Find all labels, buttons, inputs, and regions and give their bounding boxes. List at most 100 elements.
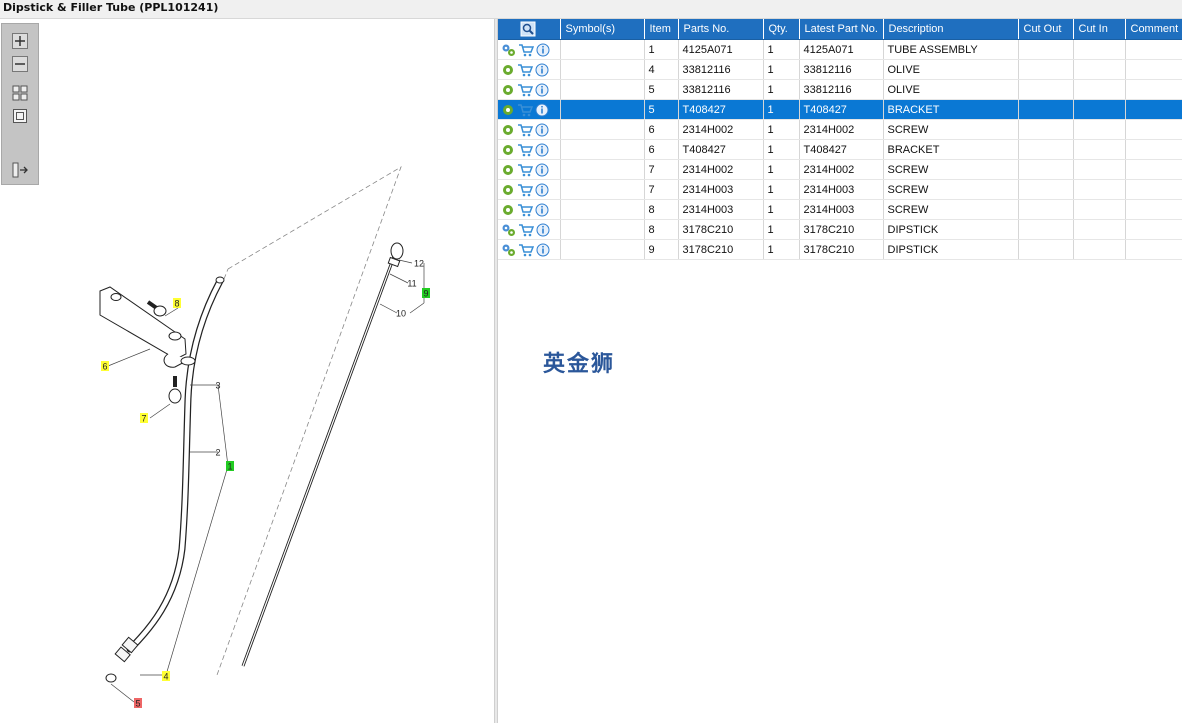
cart-icon[interactable]: [517, 143, 533, 157]
callout-label-3[interactable]: 3: [215, 381, 220, 391]
callout-label-4[interactable]: 4: [163, 672, 168, 682]
cart-icon[interactable]: [517, 203, 533, 217]
info-icon[interactable]: [536, 223, 550, 237]
callout-label-10[interactable]: 10: [396, 309, 406, 319]
cell-cut-out: [1018, 119, 1074, 140]
column-header-item[interactable]: Item: [644, 19, 679, 40]
callout-label-12[interactable]: 12: [414, 259, 424, 269]
cell-item: 5: [644, 99, 679, 120]
table-row[interactable]: 1 4125A071 1 4125A071 TUBE ASSEMBLY: [498, 39, 1182, 60]
row-actions: [498, 79, 561, 100]
cell-symbols: [560, 159, 645, 180]
table-row[interactable]: 6 2314H002 1 2314H002 SCREW: [498, 119, 1182, 140]
table-row[interactable]: 6 T408427 1 T408427 BRACKET: [498, 139, 1182, 160]
table-row[interactable]: 7 2314H002 1 2314H002 SCREW: [498, 159, 1182, 180]
cell-parts-no: T408427: [678, 99, 764, 120]
table-row[interactable]: 9 3178C210 1 3178C210 DIPSTICK: [498, 239, 1182, 260]
column-header-comment[interactable]: Comment: [1125, 19, 1182, 40]
cell-description: SCREW: [883, 199, 1019, 220]
cart-icon[interactable]: [517, 123, 533, 137]
callout-label-5[interactable]: 5: [135, 699, 140, 709]
cell-description: TUBE ASSEMBLY: [883, 39, 1019, 60]
cart-icon[interactable]: [517, 163, 533, 177]
column-header-qty[interactable]: Qty.: [763, 19, 800, 40]
row-actions: [498, 199, 561, 220]
table-row[interactable]: 5 33812116 1 33812116 OLIVE: [498, 79, 1182, 100]
gear-icon[interactable]: [501, 163, 515, 177]
callout-label-2[interactable]: 2: [215, 448, 220, 458]
cell-symbols: [560, 59, 645, 80]
gears-icon[interactable]: [501, 243, 516, 257]
cell-qty: 1: [763, 119, 800, 140]
callout-label-6[interactable]: 6: [102, 362, 107, 372]
info-icon[interactable]: [535, 183, 549, 197]
cell-cut-in: [1073, 79, 1126, 100]
table-header-row: Symbol(s) Item Parts No. Qty. Latest Par…: [498, 19, 1182, 40]
cell-parts-no: 2314H002: [678, 119, 764, 140]
table-row[interactable]: 4 33812116 1 33812116 OLIVE: [498, 59, 1182, 80]
row-actions: [498, 219, 561, 240]
cell-cut-out: [1018, 79, 1074, 100]
cell-parts-no: 4125A071: [678, 39, 764, 60]
callout-label-1[interactable]: 1: [227, 462, 232, 472]
cart-icon[interactable]: [517, 83, 533, 97]
table-row[interactable]: 8 3178C210 1 3178C210 DIPSTICK: [498, 219, 1182, 240]
cell-description: OLIVE: [883, 79, 1019, 100]
info-icon[interactable]: [535, 163, 549, 177]
info-icon[interactable]: [536, 43, 550, 57]
column-header-parts-no[interactable]: Parts No.: [678, 19, 764, 40]
info-icon[interactable]: [535, 103, 549, 117]
cart-icon[interactable]: [518, 43, 534, 57]
cell-comment: [1125, 79, 1182, 100]
parts-table: Symbol(s) Item Parts No. Qty. Latest Par…: [498, 19, 1182, 260]
cell-item: 8: [644, 219, 679, 240]
gear-icon[interactable]: [501, 143, 515, 157]
info-icon[interactable]: [536, 243, 550, 257]
table-row[interactable]: 7 2314H003 1 2314H003 SCREW: [498, 179, 1182, 200]
cell-comment: [1125, 239, 1182, 260]
column-header-cut-in[interactable]: Cut In: [1073, 19, 1126, 40]
callout-label-9[interactable]: 9: [423, 289, 428, 299]
info-icon[interactable]: [535, 83, 549, 97]
info-icon[interactable]: [535, 203, 549, 217]
cart-icon[interactable]: [517, 183, 533, 197]
cell-symbols: [560, 139, 645, 160]
cell-description: DIPSTICK: [883, 219, 1019, 240]
cell-description: BRACKET: [883, 99, 1019, 120]
exploded-diagram-panel[interactable]: 1 2 3 4 5 6 7 8 9 10 11 12: [0, 19, 494, 723]
info-icon[interactable]: [535, 123, 549, 137]
column-header-symbols[interactable]: Symbol(s): [560, 19, 645, 40]
gear-icon[interactable]: [501, 203, 515, 217]
table-row[interactable]: 8 2314H003 1 2314H003 SCREW: [498, 199, 1182, 220]
gear-icon[interactable]: [501, 63, 515, 77]
gear-icon[interactable]: [501, 123, 515, 137]
table-row[interactable]: 5 T408427 1 T408427 BRACKET: [498, 99, 1182, 120]
cell-latest-part-no: 4125A071: [799, 39, 884, 60]
cell-latest-part-no: T408427: [799, 99, 884, 120]
gear-icon[interactable]: [501, 103, 515, 117]
cell-latest-part-no: 3178C210: [799, 239, 884, 260]
cart-icon[interactable]: [518, 223, 534, 237]
cell-parts-no: 2314H002: [678, 159, 764, 180]
gear-icon[interactable]: [501, 183, 515, 197]
cell-latest-part-no: 2314H003: [799, 199, 884, 220]
callout-label-11[interactable]: 11: [407, 279, 416, 289]
cell-item: 7: [644, 159, 679, 180]
gear-icon[interactable]: [501, 83, 515, 97]
gears-icon[interactable]: [501, 223, 516, 237]
cart-icon[interactable]: [518, 243, 534, 257]
cell-symbols: [560, 239, 645, 260]
callout-label-8[interactable]: 8: [174, 299, 179, 309]
column-header-preview[interactable]: [498, 19, 561, 40]
column-header-latest-part-no[interactable]: Latest Part No.: [799, 19, 884, 40]
cell-comment: [1125, 139, 1182, 160]
info-icon[interactable]: [535, 63, 549, 77]
callout-label-7[interactable]: 7: [141, 414, 146, 424]
info-icon[interactable]: [535, 143, 549, 157]
gears-icon[interactable]: [501, 43, 516, 57]
column-header-description[interactable]: Description: [883, 19, 1019, 40]
column-header-cut-out[interactable]: Cut Out: [1018, 19, 1074, 40]
preview-search-icon[interactable]: [520, 21, 536, 37]
cart-icon[interactable]: [517, 103, 533, 117]
cart-icon[interactable]: [517, 63, 533, 77]
